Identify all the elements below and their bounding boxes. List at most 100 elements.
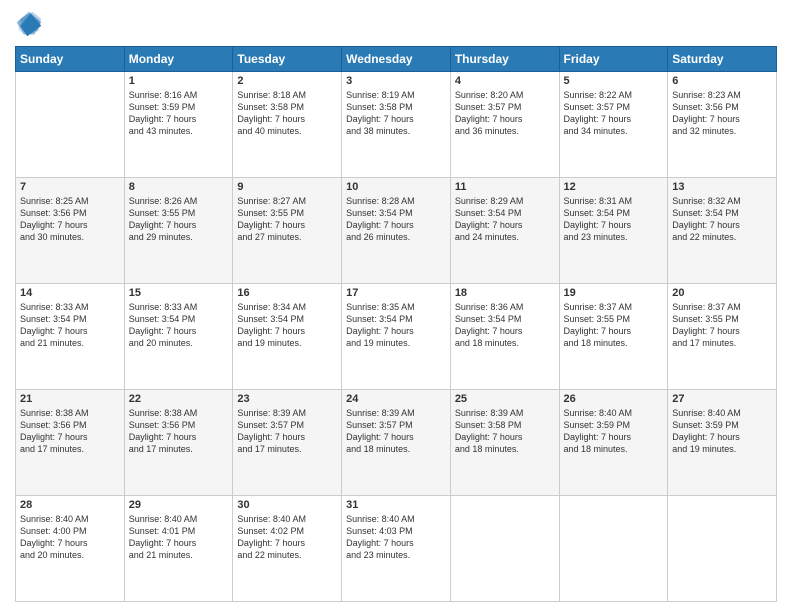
- calendar-cell: 22 Sunrise: 8:38 AM Sunset: 3:56 PM Dayli…: [124, 390, 233, 496]
- calendar-header-row: SundayMondayTuesdayWednesdayThursdayFrid…: [16, 47, 777, 72]
- day-number: 7: [20, 181, 120, 193]
- calendar-cell: 20 Sunrise: 8:37 AM Sunset: 3:55 PM Dayli…: [668, 284, 777, 390]
- day-number: 20: [672, 287, 772, 299]
- day-info: Sunrise: 8:27 AM Sunset: 3:55 PM Dayligh…: [237, 195, 337, 244]
- day-number: 10: [346, 181, 446, 193]
- day-number: 1: [129, 75, 229, 87]
- calendar-cell: 26Sunrise: 8:40 AM Sunset: 3:59 PM Dayli…: [559, 390, 668, 496]
- day-info: Sunrise: 8:31 AM Sunset: 3:54 PM Dayligh…: [564, 195, 664, 244]
- day-number: 2: [237, 75, 337, 87]
- calendar-cell: 12 Sunrise: 8:31 AM Sunset: 3:54 PM Dayli…: [559, 178, 668, 284]
- day-number: 9: [237, 181, 337, 193]
- day-number: 13: [672, 181, 772, 193]
- calendar-cell: 6 Sunrise: 8:23 AM Sunset: 3:56 PM Daylig…: [668, 72, 777, 178]
- calendar-cell: 27 Sunrise: 8:40 AM Sunset: 3:59 PM Dayli…: [668, 390, 777, 496]
- calendar-week-row: 1 Sunrise: 8:16 AM Sunset: 3:59 PM Daylig…: [16, 72, 777, 178]
- day-number: 18: [455, 287, 555, 299]
- day-number: 26: [564, 393, 664, 405]
- calendar-week-row: 7Sunrise: 8:25 AM Sunset: 3:56 PM Daylig…: [16, 178, 777, 284]
- calendar-day-header: Wednesday: [342, 47, 451, 72]
- calendar-cell: 21Sunrise: 8:38 AM Sunset: 3:56 PM Dayli…: [16, 390, 125, 496]
- day-info: Sunrise: 8:39 AM Sunset: 3:57 PM Dayligh…: [237, 407, 337, 456]
- calendar-cell: 17Sunrise: 8:35 AM Sunset: 3:54 PM Dayli…: [342, 284, 451, 390]
- day-info: Sunrise: 8:40 AM Sunset: 4:02 PM Dayligh…: [237, 513, 337, 562]
- calendar-cell: 15 Sunrise: 8:33 AM Sunset: 3:54 PM Dayli…: [124, 284, 233, 390]
- day-info: Sunrise: 8:40 AM Sunset: 4:01 PM Dayligh…: [129, 513, 229, 562]
- calendar-week-row: 14 Sunrise: 8:33 AM Sunset: 3:54 PM Dayli…: [16, 284, 777, 390]
- calendar-cell: 23 Sunrise: 8:39 AM Sunset: 3:57 PM Dayli…: [233, 390, 342, 496]
- calendar-cell: 24Sunrise: 8:39 AM Sunset: 3:57 PM Dayli…: [342, 390, 451, 496]
- day-info: Sunrise: 8:19 AM Sunset: 3:58 PM Dayligh…: [346, 89, 446, 138]
- day-number: 28: [20, 499, 120, 511]
- day-number: 17: [346, 287, 446, 299]
- calendar-cell: [559, 496, 668, 602]
- calendar-cell: 14 Sunrise: 8:33 AM Sunset: 3:54 PM Dayli…: [16, 284, 125, 390]
- day-number: 19: [564, 287, 664, 299]
- day-info: Sunrise: 8:36 AM Sunset: 3:54 PM Dayligh…: [455, 301, 555, 350]
- calendar-cell: 3 Sunrise: 8:19 AM Sunset: 3:58 PM Daylig…: [342, 72, 451, 178]
- calendar-cell: 28Sunrise: 8:40 AM Sunset: 4:00 PM Dayli…: [16, 496, 125, 602]
- calendar-cell: 16 Sunrise: 8:34 AM Sunset: 3:54 PM Dayli…: [233, 284, 342, 390]
- day-info: Sunrise: 8:33 AM Sunset: 3:54 PM Dayligh…: [20, 301, 120, 350]
- day-number: 23: [237, 393, 337, 405]
- day-number: 16: [237, 287, 337, 299]
- calendar-cell: 8 Sunrise: 8:26 AM Sunset: 3:55 PM Daylig…: [124, 178, 233, 284]
- day-info: Sunrise: 8:23 AM Sunset: 3:56 PM Dayligh…: [672, 89, 772, 138]
- logo: [15, 10, 45, 38]
- day-number: 8: [129, 181, 229, 193]
- calendar-day-header: Thursday: [450, 47, 559, 72]
- day-info: Sunrise: 8:32 AM Sunset: 3:54 PM Dayligh…: [672, 195, 772, 244]
- day-number: 24: [346, 393, 446, 405]
- day-number: 30: [237, 499, 337, 511]
- calendar-cell: 31 Sunrise: 8:40 AM Sunset: 4:03 PM Dayli…: [342, 496, 451, 602]
- day-number: 31: [346, 499, 446, 511]
- calendar-cell: 25Sunrise: 8:39 AM Sunset: 3:58 PM Dayli…: [450, 390, 559, 496]
- calendar-cell: 29 Sunrise: 8:40 AM Sunset: 4:01 PM Dayli…: [124, 496, 233, 602]
- header: [15, 10, 777, 38]
- day-info: Sunrise: 8:34 AM Sunset: 3:54 PM Dayligh…: [237, 301, 337, 350]
- calendar-cell: [668, 496, 777, 602]
- day-number: 5: [564, 75, 664, 87]
- day-info: Sunrise: 8:40 AM Sunset: 3:59 PM Dayligh…: [672, 407, 772, 456]
- day-info: Sunrise: 8:18 AM Sunset: 3:58 PM Dayligh…: [237, 89, 337, 138]
- day-info: Sunrise: 8:38 AM Sunset: 3:56 PM Dayligh…: [129, 407, 229, 456]
- day-info: Sunrise: 8:37 AM Sunset: 3:55 PM Dayligh…: [672, 301, 772, 350]
- day-number: 3: [346, 75, 446, 87]
- calendar-cell: 1 Sunrise: 8:16 AM Sunset: 3:59 PM Daylig…: [124, 72, 233, 178]
- calendar-cell: 19Sunrise: 8:37 AM Sunset: 3:55 PM Dayli…: [559, 284, 668, 390]
- day-info: Sunrise: 8:38 AM Sunset: 3:56 PM Dayligh…: [20, 407, 120, 456]
- day-info: Sunrise: 8:39 AM Sunset: 3:58 PM Dayligh…: [455, 407, 555, 456]
- day-info: Sunrise: 8:22 AM Sunset: 3:57 PM Dayligh…: [564, 89, 664, 138]
- calendar-day-header: Friday: [559, 47, 668, 72]
- day-number: 11: [455, 181, 555, 193]
- calendar-day-header: Tuesday: [233, 47, 342, 72]
- day-number: 22: [129, 393, 229, 405]
- calendar-cell: 10 Sunrise: 8:28 AM Sunset: 3:54 PM Dayli…: [342, 178, 451, 284]
- day-info: Sunrise: 8:40 AM Sunset: 4:03 PM Dayligh…: [346, 513, 446, 562]
- day-number: 29: [129, 499, 229, 511]
- calendar-cell: 9 Sunrise: 8:27 AM Sunset: 3:55 PM Daylig…: [233, 178, 342, 284]
- day-info: Sunrise: 8:28 AM Sunset: 3:54 PM Dayligh…: [346, 195, 446, 244]
- day-number: 15: [129, 287, 229, 299]
- day-info: Sunrise: 8:16 AM Sunset: 3:59 PM Dayligh…: [129, 89, 229, 138]
- calendar-cell: 30 Sunrise: 8:40 AM Sunset: 4:02 PM Dayli…: [233, 496, 342, 602]
- day-number: 27: [672, 393, 772, 405]
- day-number: 12: [564, 181, 664, 193]
- day-info: Sunrise: 8:33 AM Sunset: 3:54 PM Dayligh…: [129, 301, 229, 350]
- day-number: 6: [672, 75, 772, 87]
- calendar-week-row: 28Sunrise: 8:40 AM Sunset: 4:00 PM Dayli…: [16, 496, 777, 602]
- day-number: 4: [455, 75, 555, 87]
- day-number: 14: [20, 287, 120, 299]
- calendar-day-header: Monday: [124, 47, 233, 72]
- calendar-cell: 4 Sunrise: 8:20 AM Sunset: 3:57 PM Daylig…: [450, 72, 559, 178]
- calendar-cell: 13 Sunrise: 8:32 AM Sunset: 3:54 PM Dayli…: [668, 178, 777, 284]
- calendar-day-header: Saturday: [668, 47, 777, 72]
- calendar-table: SundayMondayTuesdayWednesdayThursdayFrid…: [15, 46, 777, 602]
- day-info: Sunrise: 8:26 AM Sunset: 3:55 PM Dayligh…: [129, 195, 229, 244]
- calendar-cell: 7Sunrise: 8:25 AM Sunset: 3:56 PM Daylig…: [16, 178, 125, 284]
- calendar-cell: 11 Sunrise: 8:29 AM Sunset: 3:54 PM Dayli…: [450, 178, 559, 284]
- calendar-cell: [450, 496, 559, 602]
- day-info: Sunrise: 8:20 AM Sunset: 3:57 PM Dayligh…: [455, 89, 555, 138]
- logo-icon: [15, 10, 43, 38]
- day-info: Sunrise: 8:29 AM Sunset: 3:54 PM Dayligh…: [455, 195, 555, 244]
